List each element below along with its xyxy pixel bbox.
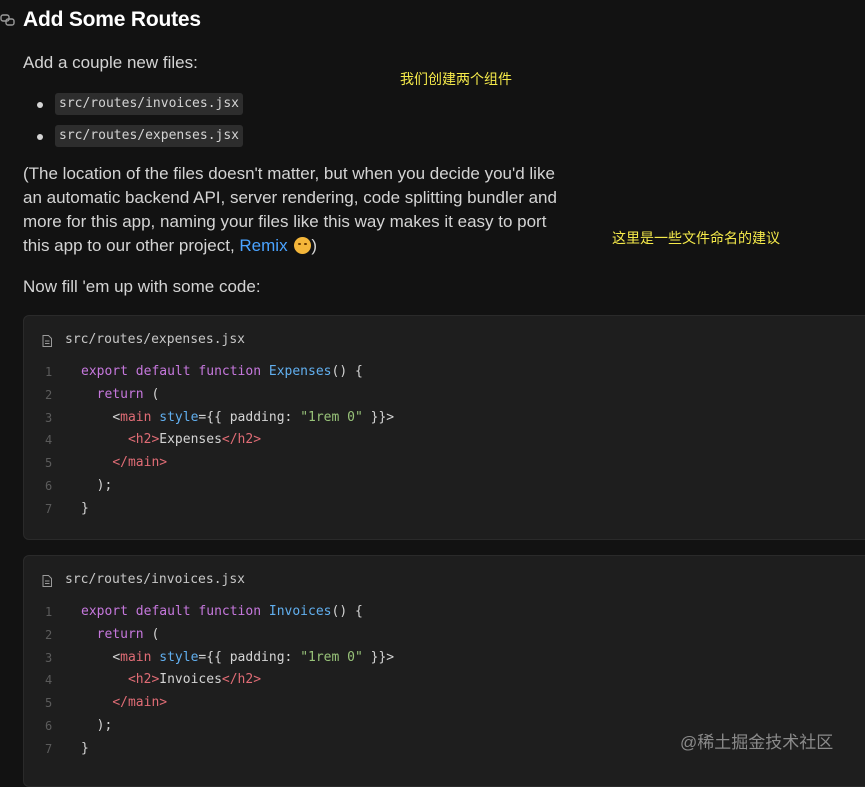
remix-link[interactable]: Remix [239, 236, 287, 255]
code-line: 3 <main style={{ padding: "1rem 0" }}> [24, 647, 865, 670]
code-token: ={{ [198, 649, 230, 665]
code-token: ); [96, 717, 113, 733]
code-filename: src/routes/expenses.jsx [65, 332, 246, 347]
code-token: }}> [362, 409, 395, 425]
paragraph-text: ) [311, 236, 317, 255]
code-token: < [112, 409, 121, 425]
code-token: </main> [112, 695, 168, 711]
code-token: } [81, 740, 89, 756]
line-number: 4 [45, 673, 53, 688]
page-title: Add Some Routes [23, 8, 201, 31]
code-line: 1 export default function Expenses() { [24, 361, 865, 384]
paragraph-line: an automatic backend API, server renderi… [23, 188, 557, 207]
line-number: 5 [45, 456, 53, 471]
file-icon [42, 575, 52, 587]
code-token: < [112, 649, 121, 665]
line-number: 6 [45, 478, 53, 493]
code-token: Expenses [159, 432, 222, 448]
code-line: 3 <main style={{ padding: "1rem 0" }}> [24, 407, 865, 430]
annotation-right: 这里是一些文件命名的建议 [612, 230, 780, 246]
smiling-face-emoji-icon [294, 237, 312, 254]
code-line: 5 </main> [24, 692, 865, 715]
bullet-icon [37, 102, 43, 108]
code-token: <h2> [127, 672, 160, 688]
link-icon[interactable] [0, 13, 16, 27]
line-number: 1 [45, 365, 53, 379]
code-token: </h2> [221, 432, 262, 448]
line-number: 3 [45, 410, 53, 425]
code-line: 7} [24, 498, 865, 521]
code-token: export [81, 364, 128, 379]
code-token: ( [151, 386, 160, 402]
code-token: </h2> [221, 672, 262, 688]
code-token: style [159, 649, 199, 665]
code-line: 2 return ( [24, 624, 865, 647]
code-token: }}> [362, 649, 395, 665]
code-token: export [81, 604, 128, 619]
code-line: 5 </main> [24, 452, 865, 475]
line-number: 2 [45, 387, 53, 402]
line-number: 5 [45, 696, 53, 711]
line-number: 1 [45, 605, 53, 619]
code-token: "1rem 0" [300, 409, 363, 425]
paragraph-line: more for this app, naming your files lik… [23, 212, 547, 231]
file-path-code: src/routes/invoices.jsx [55, 93, 244, 115]
code-token: ={{ [198, 409, 230, 425]
code-token: return [96, 386, 144, 402]
code-token: padding: [229, 409, 301, 425]
annotation-top: 我们创建两个组件 [400, 71, 512, 87]
code-token: Expenses [268, 364, 332, 379]
code-token: () { [331, 364, 363, 379]
bullet-icon [37, 134, 43, 140]
code-line: 6 ); [24, 475, 865, 498]
code-token: ); [96, 477, 113, 493]
code-token: Invoices [159, 672, 222, 688]
code-filename: src/routes/invoices.jsx [65, 572, 246, 587]
code-block-expenses: src/routes/expenses.jsx 1 export default … [23, 315, 865, 540]
code-token: <h2> [127, 432, 160, 448]
line-number: 3 [45, 650, 53, 665]
code-token: () { [331, 604, 363, 619]
code-token: default [135, 364, 191, 379]
fill-text: Now fill 'em up with some code: [23, 277, 261, 296]
code-line: 1 export default function Invoices() { [24, 601, 865, 624]
line-number: 7 [45, 741, 53, 756]
code-line: 4 <h2>Invoices</h2> [24, 669, 865, 692]
file-icon [42, 335, 52, 347]
paragraph: (The location of the files doesn't matte… [23, 162, 557, 258]
intro-text: Add a couple new files: [23, 53, 198, 72]
code-token: main [120, 649, 152, 665]
code-token: </main> [112, 455, 168, 471]
code-lines: 1 export default function Expenses() { 2 … [24, 361, 865, 521]
paragraph-text: this app to our other project, [23, 236, 240, 255]
paragraph-line: (The location of the files doesn't matte… [23, 164, 555, 183]
code-token: Invoices [268, 604, 332, 619]
code-token: return [96, 626, 144, 642]
file-path-code: src/routes/expenses.jsx [55, 125, 244, 147]
line-number: 2 [45, 627, 53, 642]
code-token: main [120, 409, 152, 425]
code-token: style [159, 409, 199, 425]
code-line: 2 return ( [24, 384, 865, 407]
code-token: ( [151, 626, 160, 642]
code-token: } [81, 500, 89, 516]
code-line: 4 <h2>Expenses</h2> [24, 429, 865, 452]
code-token: function [198, 604, 262, 619]
paragraph-line: this app to our other project, Remix ) [23, 234, 557, 258]
line-number: 4 [45, 433, 53, 448]
code-token: "1rem 0" [300, 649, 363, 665]
watermark: @稀土掘金技术社区 [680, 733, 834, 752]
line-number: 6 [45, 718, 53, 733]
code-token: default [135, 604, 191, 619]
code-token: function [198, 364, 262, 379]
line-number: 7 [45, 501, 53, 516]
code-token: padding: [229, 649, 301, 665]
